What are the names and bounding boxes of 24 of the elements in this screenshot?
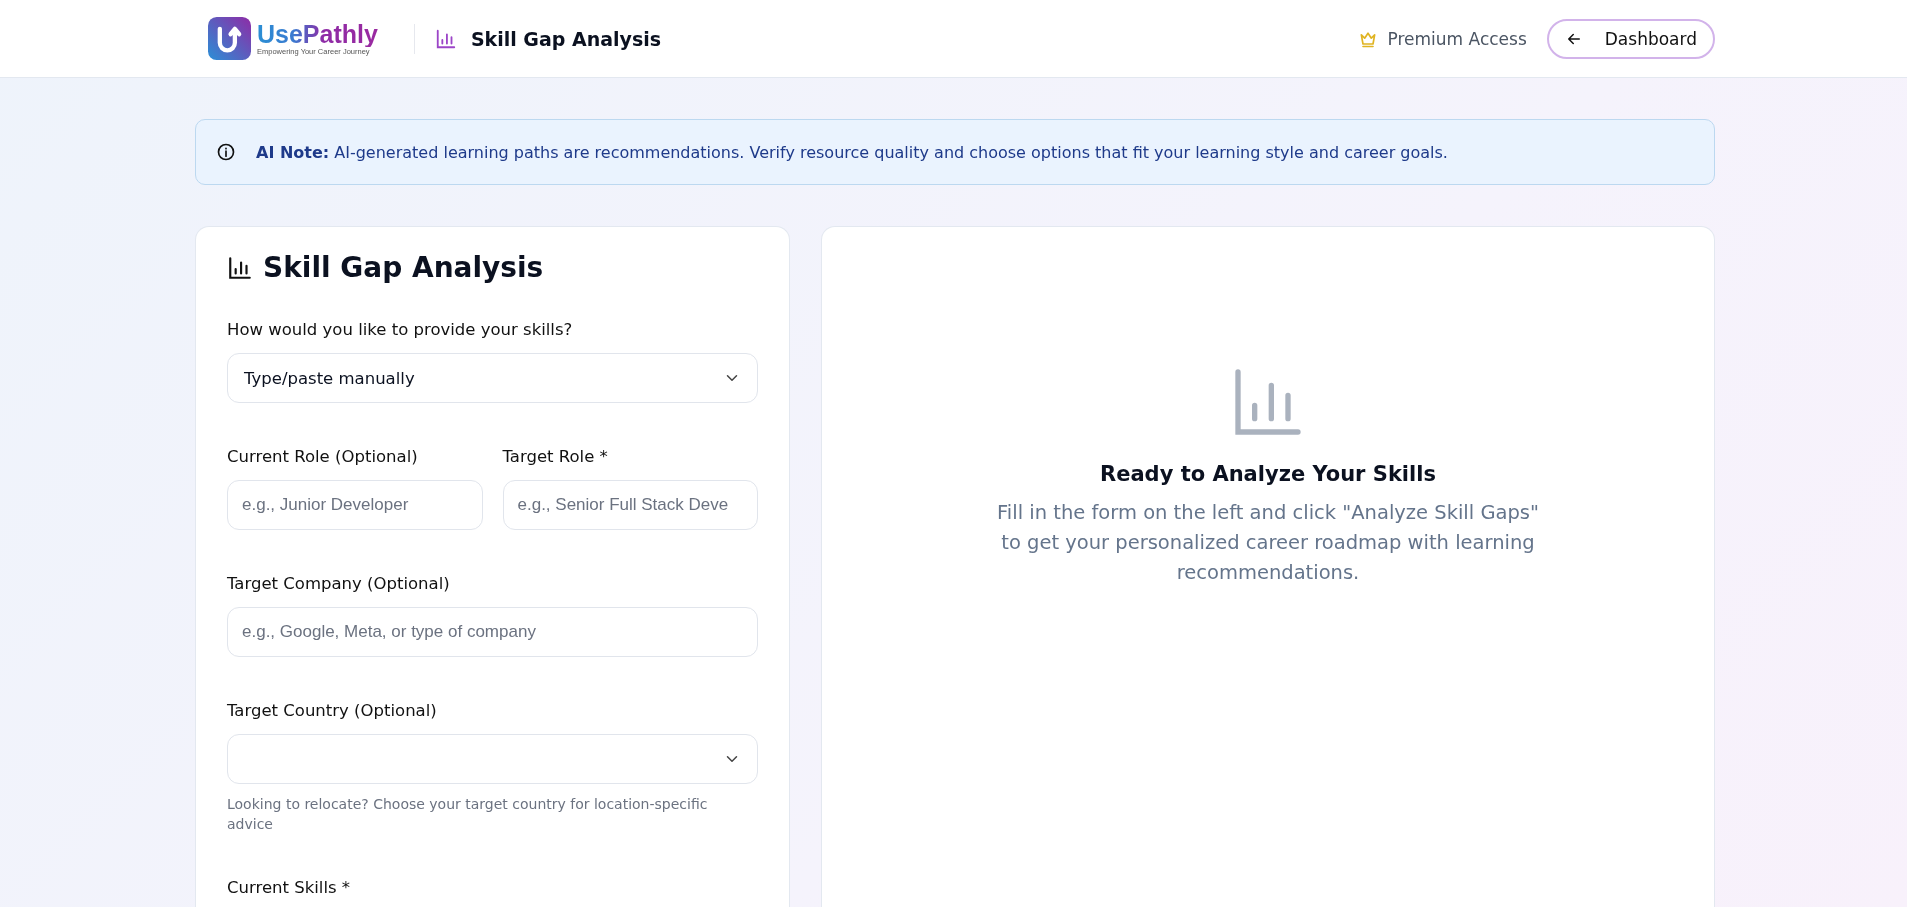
bar-chart-icon [434, 27, 457, 50]
field-label: Target Role * [502, 447, 609, 466]
input-field[interactable]: e.g., Junior Developer [227, 480, 483, 530]
input-field[interactable]: e.g., Senior Full Stack Deve [502, 480, 758, 530]
empty-state-title: Ready to Analyze Your Skills [1100, 462, 1436, 486]
field-label: Target Country (Optional) [227, 701, 438, 720]
dashboard-button[interactable]: Dashboard [1546, 18, 1715, 59]
empty-state-text: Fill in the form on the left and click "Analyze Skill Gaps" to get your personalized career roadmap with learning recommendations. [996, 500, 1540, 586]
ai-note-text: AI Note: AI-generated learning paths are recommendations. Verify resource quality and choose options that fit your learning style and career goals. [256, 142, 1448, 162]
premium-access-label: Premium Access [1387, 28, 1527, 49]
field-label: Target Company (Optional) [227, 574, 451, 593]
select-field[interactable] [227, 734, 758, 784]
info-icon [216, 142, 236, 162]
input-field[interactable]: e.g., Google, Meta, or type of company [227, 607, 758, 657]
logo-icon [208, 17, 251, 60]
bar-chart-icon [227, 254, 253, 281]
select-field[interactable]: Type/paste manually [227, 353, 758, 403]
field-hint: Looking to relocate? Choose your target country for location-specific advice [227, 795, 709, 834]
field-label: Current Skills * [227, 878, 352, 897]
field-label: Current Role (Optional) [227, 447, 419, 466]
form-title: Skill Gap Analysis [263, 251, 544, 284]
brand-name[interactable]: UsePathly [257, 21, 378, 47]
field-label: How would you like to provide your skills? [227, 320, 574, 339]
page-title: Skill Gap Analysis [470, 27, 662, 50]
